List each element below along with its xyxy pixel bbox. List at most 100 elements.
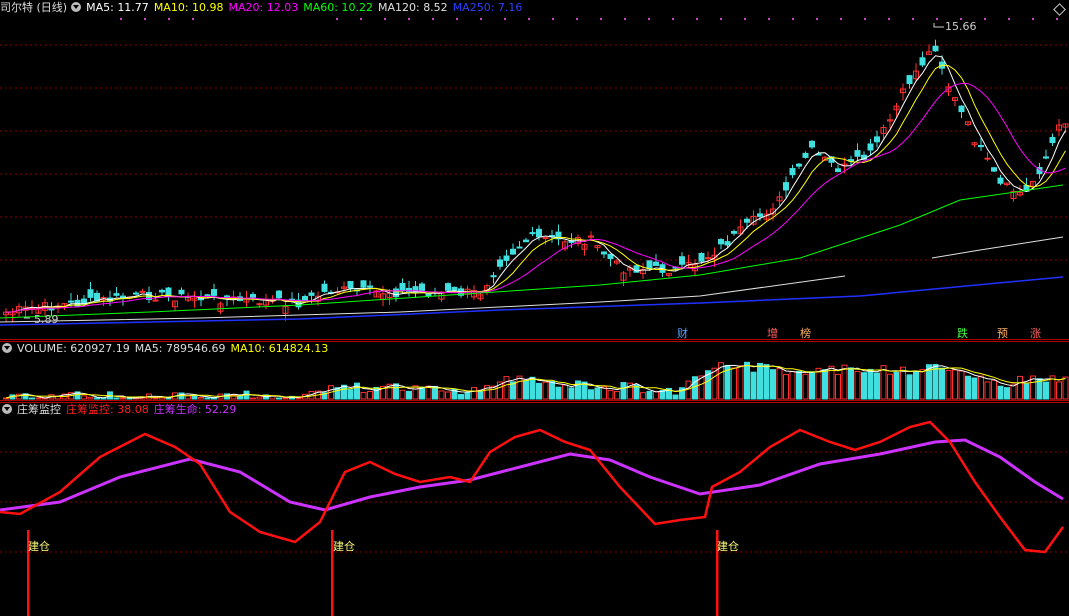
ma5-line [5, 55, 1066, 313]
high-price-label: 15.66 [945, 20, 977, 33]
candle-body [984, 157, 991, 160]
candle-body [906, 75, 913, 85]
volume-bar [796, 370, 802, 400]
candle-body [932, 45, 939, 52]
volume-bar [152, 397, 159, 400]
volume-bar [3, 397, 9, 400]
candle-body [399, 282, 406, 291]
volume-bar [919, 369, 926, 400]
price-header: 司尔特 (日线) MA5: 11.77 MA10: 10.98 MA20: 12.03… [0, 0, 527, 16]
volume-bar [113, 397, 120, 400]
volume-bar [594, 387, 601, 400]
volume-bar [614, 391, 620, 400]
volume-bar [958, 370, 965, 400]
candle-body [497, 259, 503, 267]
candle-body [958, 105, 965, 113]
candle-body [724, 241, 731, 246]
volume-bar [81, 395, 87, 400]
volume-bar [991, 379, 997, 400]
candle-body [536, 228, 542, 238]
event-marker-yu[interactable]: 预 [997, 325, 1008, 341]
volume-bar [542, 381, 549, 400]
event-marker-cai[interactable]: 财 [677, 325, 688, 341]
volume-bar [282, 397, 289, 400]
volume-bar [295, 397, 302, 400]
ma60-legend: MA60: 10.22 [303, 1, 373, 14]
candle-body [276, 290, 282, 299]
candle-body [250, 294, 256, 298]
signal-label: 建仓 [333, 540, 355, 553]
volume-bar [471, 387, 477, 400]
volume-bar [367, 390, 373, 400]
volume-bar [640, 392, 646, 400]
volume-bar [276, 397, 282, 400]
candle-body [607, 253, 614, 260]
candle-body [705, 257, 711, 260]
indicator-chart[interactable] [0, 402, 1069, 616]
candle-body [503, 255, 510, 261]
candle-body [510, 248, 516, 255]
volume-bar [523, 380, 529, 400]
candle-body [796, 163, 802, 167]
marker-dot [192, 18, 194, 20]
volume-bar [978, 375, 984, 400]
volume-bar [360, 392, 367, 400]
volume-bar [939, 367, 945, 400]
volume-bar [588, 389, 594, 400]
volume-bar [94, 397, 100, 400]
candle-body [165, 287, 172, 297]
indicator-header: 庄筹监控 庄筹监控: 38.08 庄筹生命: 52.29 [0, 402, 241, 418]
volume-bar [815, 367, 822, 400]
event-marker-zeng[interactable]: 增 [767, 325, 778, 341]
candle-body [542, 237, 549, 240]
dropdown-icon[interactable] [71, 2, 82, 12]
candle-body [451, 286, 458, 291]
dropdown-icon[interactable] [2, 404, 12, 414]
ma120-line [931, 236, 1064, 259]
vol-ma5-legend: MA5: 789546.69 [134, 342, 226, 355]
candle-body [308, 292, 315, 296]
volume-bar [789, 370, 796, 400]
marker-dot [672, 18, 674, 20]
volume-bar [887, 373, 893, 400]
dropdown-icon[interactable] [2, 343, 12, 353]
indicator-pane[interactable]: 庄筹监控 庄筹监控: 38.08 庄筹生命: 52.29 建仓 建仓 建仓 [0, 402, 1069, 616]
marker-dot [840, 18, 842, 20]
candle-body [68, 300, 74, 303]
candle-body [646, 260, 653, 270]
volume-bar [835, 373, 841, 400]
volume-bar [120, 397, 126, 400]
line1-legend: 庄筹监控: 38.08 [66, 403, 149, 416]
volume-bar [731, 367, 737, 400]
candle-body [679, 256, 685, 265]
candle-body [321, 283, 328, 292]
volume-bar [1004, 387, 1010, 400]
volume-bar [29, 397, 35, 400]
candle-body [601, 251, 607, 255]
event-marker-zhang[interactable]: 涨 [1030, 325, 1041, 341]
candle-body [991, 167, 997, 172]
marker-dot [336, 18, 338, 20]
ma120-legend: MA120: 8.52 [377, 1, 448, 14]
candle-body [835, 168, 841, 173]
marker-dot [888, 18, 890, 20]
candle-body [718, 239, 724, 245]
volume-bar [373, 386, 380, 400]
event-marker-bang[interactable]: 榜 [800, 325, 811, 341]
candle-body [919, 57, 926, 66]
volume-pane[interactable]: VOLUME: 620927.19 MA5: 789546.69 MA10: 614… [0, 341, 1069, 401]
candle-body [997, 177, 1004, 184]
volume-bar [646, 390, 653, 400]
candlestick-chart[interactable] [0, 0, 1069, 340]
volume-bar [1062, 376, 1069, 400]
marker-dot [408, 18, 410, 20]
event-marker-die[interactable]: 跌 [957, 325, 968, 341]
candle-body [367, 285, 373, 288]
volume-bar [913, 370, 919, 400]
volume-bar [906, 374, 913, 400]
price-pane[interactable]: 司尔特 (日线) MA5: 11.77 MA10: 10.98 MA20: 12.03… [0, 0, 1069, 340]
candle-body [854, 150, 861, 157]
volume-bar [607, 389, 614, 400]
volume-bar [1017, 375, 1023, 400]
volume-bar [893, 371, 900, 400]
